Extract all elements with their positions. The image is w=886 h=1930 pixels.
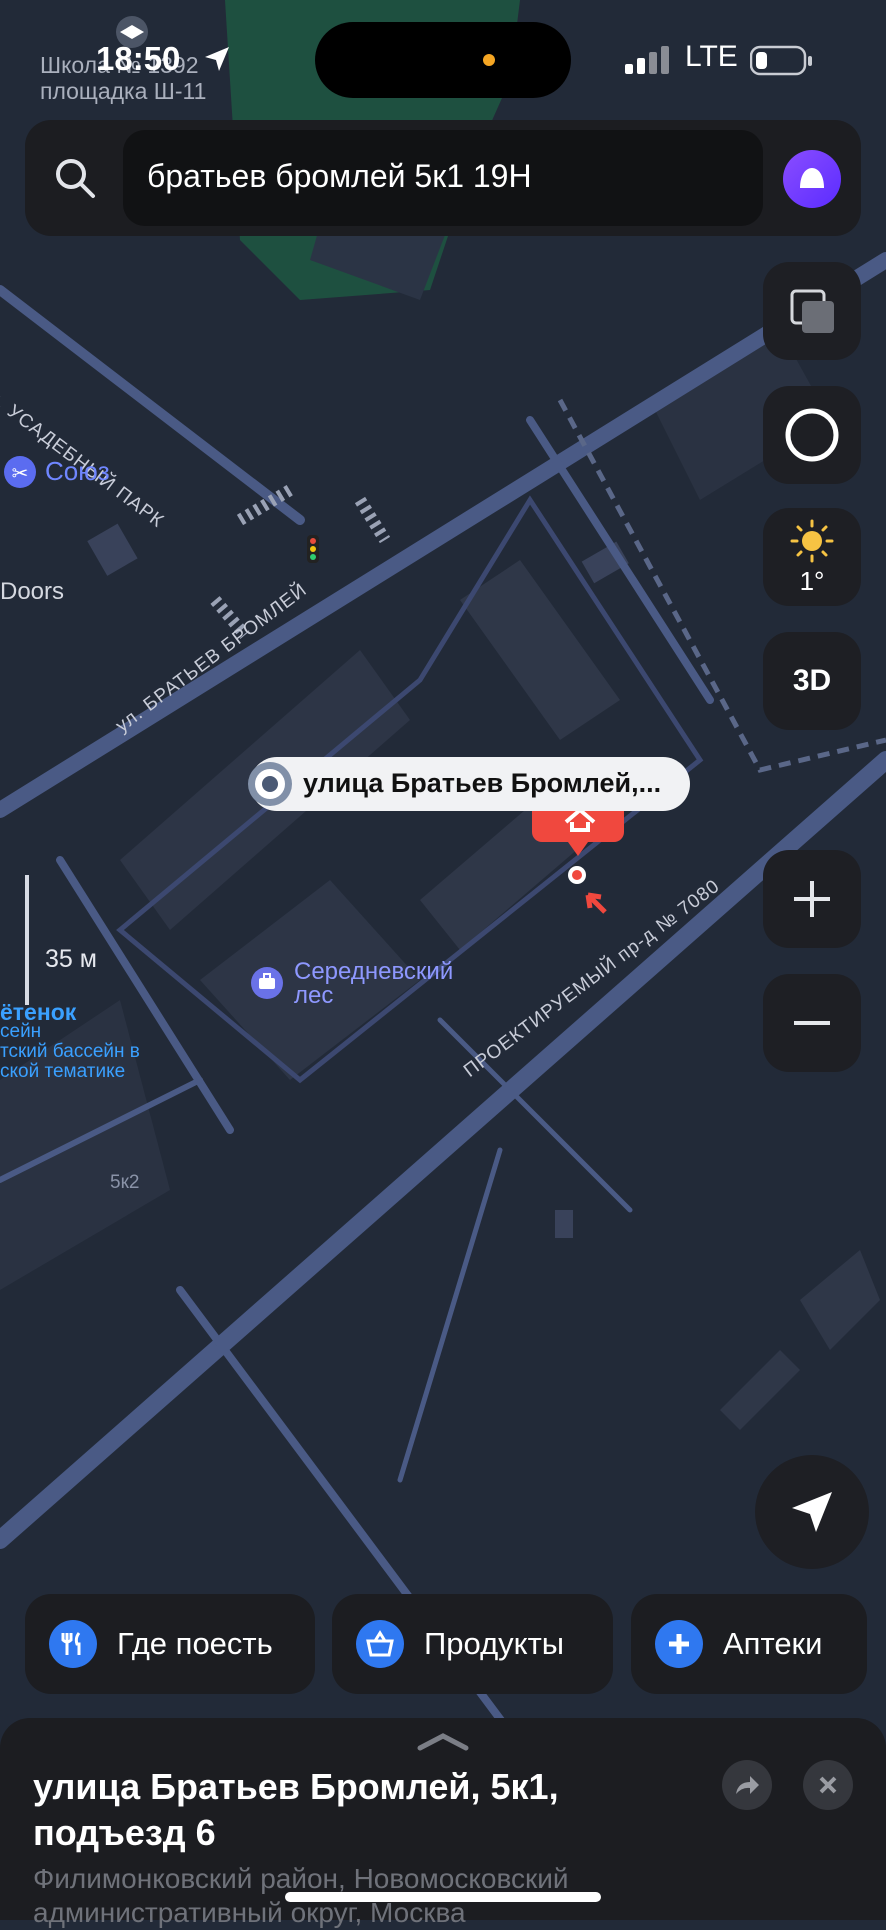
weather-temp: 1°	[799, 565, 825, 596]
zoom-out-button[interactable]	[763, 974, 861, 1072]
network-type: LTE	[685, 40, 738, 73]
basket-icon	[356, 1620, 404, 1668]
poi-label-serednevsky[interactable]: Середневский лес	[294, 960, 453, 1008]
battery-icon	[749, 45, 814, 82]
place-card-sheet[interactable]: улица Братьев Бромлей, 5к1, подъезд 6 Фи…	[0, 1718, 886, 1928]
svg-text:✂: ✂	[12, 461, 29, 485]
callout-address-text: улица Братьев Бромлей,...	[303, 768, 662, 798]
navigation-arrow-icon	[792, 1492, 832, 1532]
building-small	[555, 1210, 573, 1238]
sheet-grabber-chevron-icon[interactable]	[416, 1730, 470, 1757]
chip-label-groceries: Продукты	[424, 1626, 565, 1661]
search-icon[interactable]	[53, 156, 97, 205]
building-label: 5к2	[110, 1172, 140, 1193]
fork-knife-icon	[49, 1620, 97, 1668]
share-arrow-icon	[736, 1776, 759, 1794]
sun-icon	[790, 519, 834, 562]
share-button[interactable]	[722, 1760, 772, 1810]
pharmacy-cross-icon	[655, 1620, 703, 1668]
weather-button[interactable]: 1°	[763, 508, 861, 606]
minus-icon	[794, 1021, 830, 1025]
poi-label-kotenok[interactable]: ётенок сейн тский бассейн в ской тематик…	[0, 999, 140, 1082]
close-button[interactable]	[803, 1760, 853, 1810]
poi-label-kotenok-line4: ской тематике	[0, 1061, 126, 1082]
place-title-line2: подъезд 6	[33, 1812, 216, 1853]
place-title: улица Братьев Бромлей, 5к1, подъезд 6	[33, 1764, 559, 1856]
close-icon	[819, 1776, 837, 1794]
my-location-button[interactable]	[755, 1455, 869, 1569]
chip-label-eat: Где поесть	[117, 1626, 273, 1661]
search-bar: братьев бромлей 5к1 19Н	[25, 120, 861, 236]
scale-label: 35 м	[45, 945, 97, 973]
home-indicator	[285, 1892, 601, 1902]
3d-mode-button[interactable]: 3D	[763, 632, 861, 730]
search-query: братьев бромлей 5к1 19Н	[147, 158, 532, 194]
layers-button[interactable]	[763, 262, 861, 360]
alice-ring-icon	[785, 408, 839, 462]
chip-where-to-eat[interactable]: Где поесть	[25, 1594, 315, 1694]
poi-label-serednevsky-line1: Середневский	[294, 958, 454, 985]
search-input[interactable]: братьев бромлей 5к1 19Н	[123, 130, 763, 226]
status-time: 18:50	[96, 40, 181, 77]
alice-icon	[800, 168, 824, 188]
alice-ring-button[interactable]	[763, 386, 861, 484]
zoom-in-button[interactable]	[763, 850, 861, 948]
poi-label-doors[interactable]: Doors	[0, 578, 64, 606]
place-subtitle-line1: Филимонковский район, Новомосковский	[33, 1863, 569, 1894]
signal-icon	[625, 46, 671, 81]
poi-label-soyuz[interactable]: Союз	[45, 456, 110, 487]
chip-pharmacies[interactable]: Аптеки	[631, 1594, 867, 1694]
poi-label-kotenok-line3: тский бассейн в	[0, 1041, 140, 1062]
chip-groceries[interactable]: Продукты	[332, 1594, 613, 1694]
3d-mode-label: 3D	[792, 664, 832, 697]
briefcase-icon	[251, 967, 283, 999]
poi-label-serednevsky-line2: лес	[294, 982, 334, 1009]
traffic-light-icon	[307, 535, 319, 563]
school-poi-line2: площадка Ш-11	[40, 78, 207, 104]
place-title-line1: улица Братьев Бромлей, 5к1,	[33, 1766, 559, 1807]
poi-label-kotenok-line2: сейн	[0, 1021, 42, 1042]
alice-assistant-button[interactable]	[783, 150, 841, 208]
location-dot-center	[572, 870, 582, 880]
scissors-icon: ✂	[4, 456, 36, 488]
poi-label-kotenok-line1: ётенок	[0, 999, 77, 1025]
dynamic-island	[315, 22, 571, 98]
layers-icon	[790, 289, 834, 333]
location-arrow-icon	[202, 44, 232, 79]
plus-icon	[794, 881, 830, 917]
chip-label-pharmacies: Аптеки	[723, 1626, 823, 1661]
